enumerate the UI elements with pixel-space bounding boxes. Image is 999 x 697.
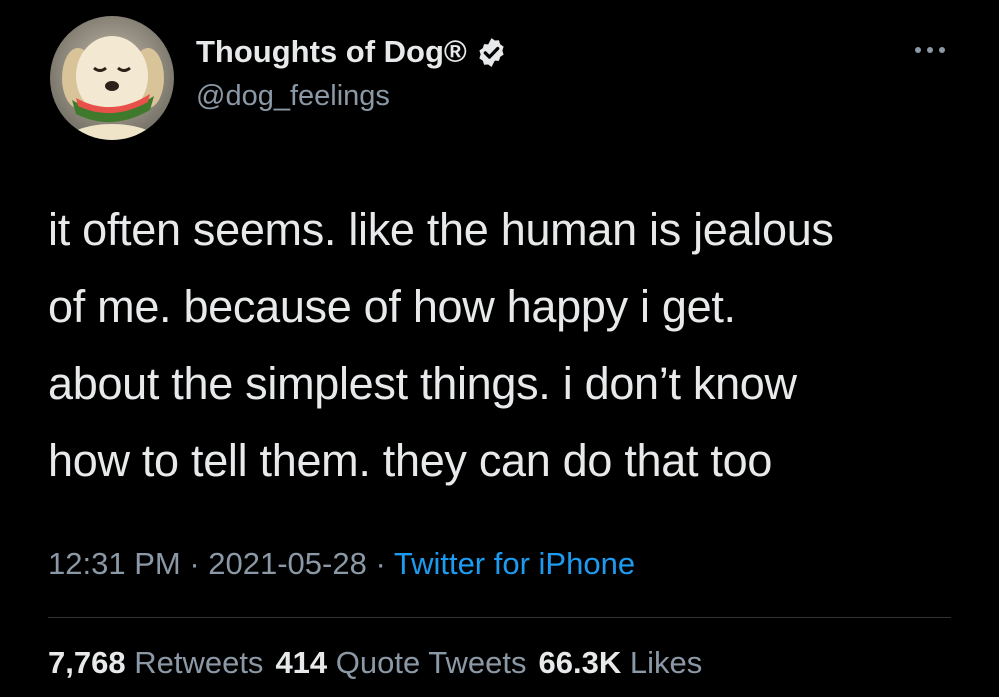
- author-name-row: Thoughts of Dog®: [196, 34, 508, 70]
- retweets-count: 7,768: [48, 645, 126, 680]
- verified-badge-icon: [475, 36, 508, 69]
- tweet-text: it often seems. like the human is jealou…: [48, 191, 968, 499]
- tweet-metadata: 12:31 PM · 2021-05-28 · Twitter for iPho…: [48, 546, 635, 582]
- likes-stat[interactable]: 66.3K Likes: [539, 645, 703, 681]
- meta-separator: ·: [366, 546, 394, 581]
- tweet-text-line: about the simplest things. i don’t know: [48, 358, 797, 409]
- tweet-text-line: of me. because of how happy i get.: [48, 281, 736, 332]
- quote-tweets-label: Quote Tweets: [335, 645, 527, 680]
- more-options-button[interactable]: [908, 38, 952, 62]
- author-display-name[interactable]: Thoughts of Dog®: [196, 34, 467, 70]
- meta-separator: ·: [180, 546, 209, 581]
- dog-avatar-icon: [50, 16, 174, 140]
- tweet-date[interactable]: 2021-05-28: [208, 546, 367, 581]
- tweet-text-line: how to tell them. they can do that too: [48, 435, 773, 486]
- tweet-stats: 7,768 Retweets 414 Quote Tweets 66.3K Li…: [48, 645, 702, 681]
- tweet-source-link[interactable]: Twitter for iPhone: [394, 546, 635, 581]
- tweet-time[interactable]: 12:31 PM: [48, 546, 181, 581]
- retweets-label: Retweets: [134, 645, 264, 680]
- author-avatar[interactable]: [50, 16, 174, 140]
- likes-count: 66.3K: [538, 645, 622, 680]
- author-handle[interactable]: @dog_feelings: [196, 80, 390, 113]
- likes-label: Likes: [629, 645, 703, 680]
- quote-tweets-stat[interactable]: 414 Quote Tweets: [275, 645, 526, 681]
- tweet-card: Thoughts of Dog® @dog_feelings it often …: [0, 0, 999, 697]
- more-options-icon: [915, 47, 945, 53]
- tweet-text-line: it often seems. like the human is jealou…: [48, 204, 834, 255]
- quote-tweets-count: 414: [275, 645, 328, 680]
- divider: [48, 617, 951, 618]
- retweets-stat[interactable]: 7,768 Retweets: [48, 645, 263, 681]
